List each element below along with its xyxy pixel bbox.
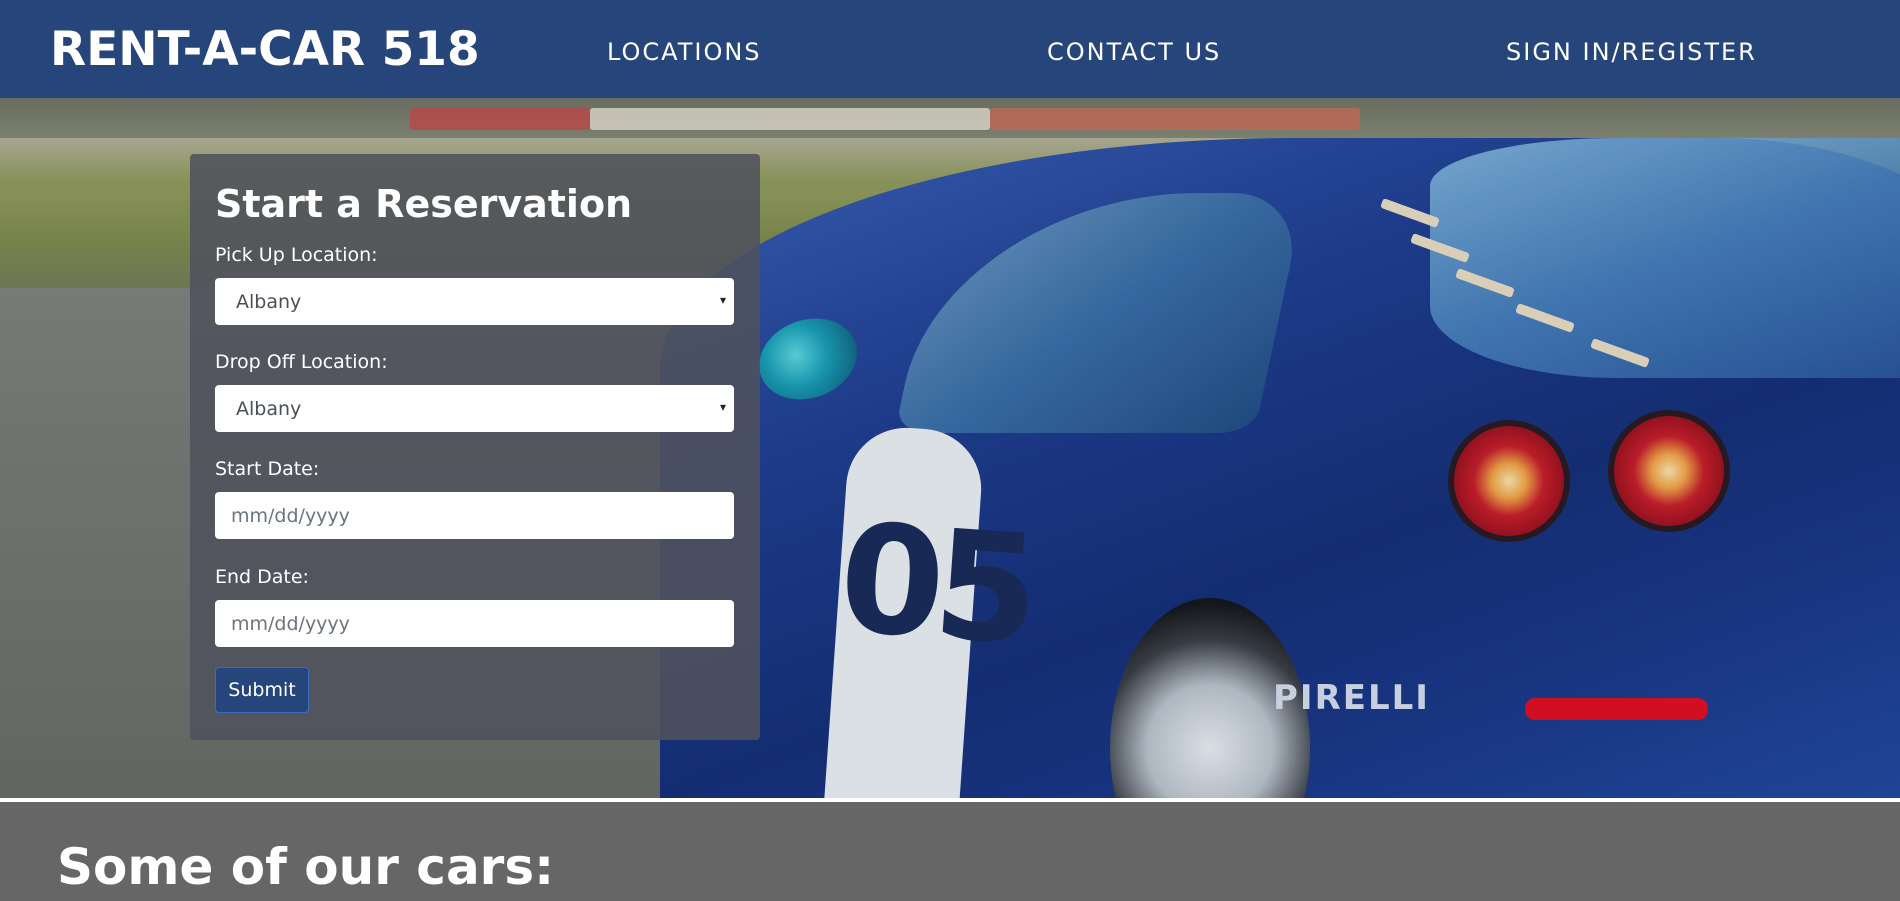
start-date-field-wrapper [215,492,734,539]
brand-logo[interactable]: RENT-A-CAR 518 [50,22,480,77]
dropoff-location-label: Drop Off Location: [215,351,388,373]
cars-section-heading: Some of our cars: [57,838,555,896]
dropoff-location-select[interactable]: Albany ▾ [215,385,734,432]
nav-contact-link[interactable]: CONTACT US [1047,38,1221,66]
nav-signin-register-link[interactable]: SIGN IN/REGISTER [1506,38,1757,66]
pickup-location-label: Pick Up Location: [215,244,378,266]
end-date-label: End Date: [215,566,309,588]
reservation-title: Start a Reservation [215,182,633,226]
nav-locations-link[interactable]: LOCATIONS [607,38,762,66]
pickup-location-value: Albany [236,291,302,313]
pickup-location-select[interactable]: Albany ▾ [215,278,734,325]
top-navbar: RENT-A-CAR 518 LOCATIONS CONTACT US SIGN… [0,0,1900,98]
cars-section: Some of our cars: [0,802,1900,901]
chevron-down-icon: ▾ [719,293,726,307]
start-date-input[interactable] [215,492,734,539]
end-date-input[interactable] [215,600,734,647]
end-date-field-wrapper [215,600,734,647]
reservation-form: Start a Reservation Pick Up Location: Al… [190,154,760,740]
submit-button[interactable]: Submit [215,667,309,713]
dropoff-location-value: Albany [236,398,302,420]
start-date-label: Start Date: [215,458,320,480]
chevron-down-icon: ▾ [719,400,726,414]
